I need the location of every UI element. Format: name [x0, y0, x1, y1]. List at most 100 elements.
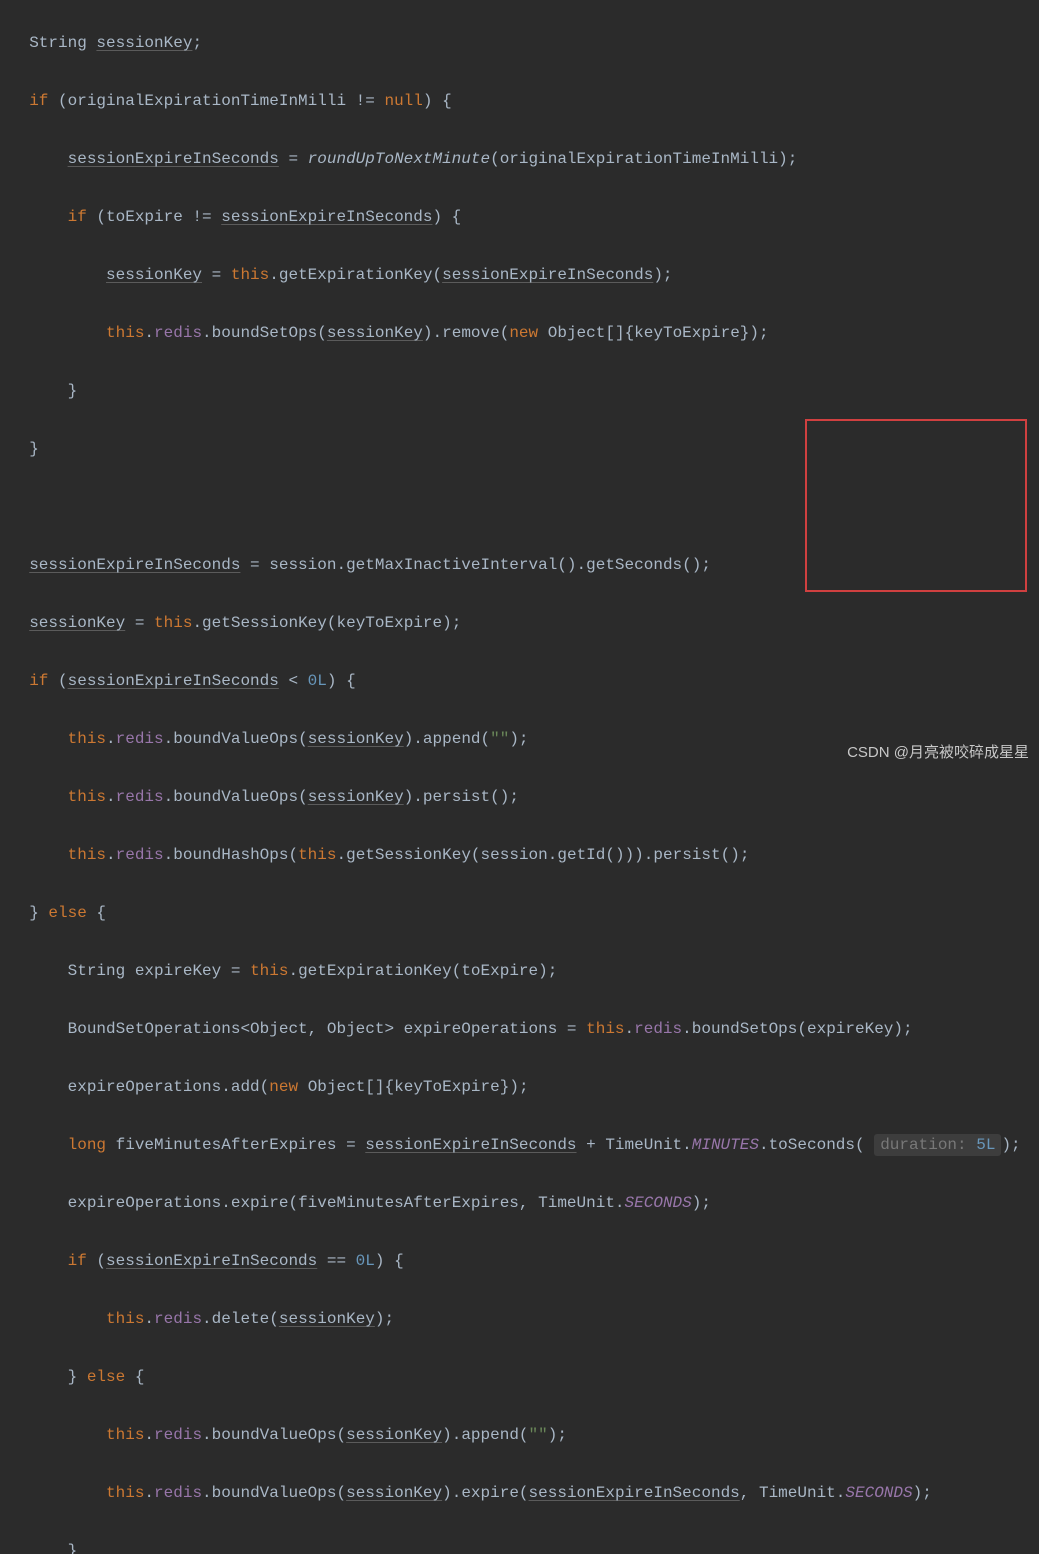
keyword-else2: else — [87, 1368, 125, 1386]
code-line: BoundSetOperations<Object, Object> expir… — [10, 1015, 1029, 1044]
type-string: String — [29, 34, 87, 52]
var-sk3: sessionKey — [327, 324, 423, 342]
keyword-if2: if — [68, 208, 87, 226]
code-line: } else { — [10, 1363, 1029, 1392]
type-tu: TimeUnit — [605, 1136, 682, 1154]
code-line: if (originalExpirationTimeInMilli != nul… — [10, 87, 1029, 116]
method-bvo: boundValueOps — [173, 730, 298, 748]
method-getId: getId — [557, 846, 605, 864]
keyword-long: long — [68, 1136, 106, 1154]
num-0L: 0L — [308, 672, 327, 690]
keyword-this9: this — [586, 1020, 624, 1038]
method-remove: remove — [442, 324, 500, 342]
keyword-this10: this — [106, 1310, 144, 1328]
code-editor[interactable]: String sessionKey; if (originalExpiratio… — [0, 0, 1039, 1554]
method-gmii: getMaxInactiveInterval — [346, 556, 557, 574]
type-bso: BoundSetOperations — [68, 1020, 241, 1038]
type-obj4: Object — [308, 1078, 366, 1096]
var-toExpire: toExpire — [106, 208, 183, 226]
var-sk8: sessionKey — [346, 1426, 442, 1444]
var-seis4: sessionExpireInSeconds — [29, 556, 240, 574]
var-sk2: sessionKey — [106, 266, 202, 284]
method-bso2: boundSetOps — [692, 1020, 798, 1038]
code-line: this.redis.delete(sessionKey); — [10, 1305, 1029, 1334]
hint-value: 5L — [976, 1136, 995, 1154]
var-orig: originalExpirationTimeInMilli — [68, 92, 346, 110]
method-tosec: toSeconds — [769, 1136, 855, 1154]
const-sec2: SECONDS — [845, 1484, 912, 1502]
var-seis5: sessionExpireInSeconds — [68, 672, 279, 690]
code-line: sessionKey = this.getExpirationKey(sessi… — [10, 261, 1029, 290]
method-append: append — [423, 730, 481, 748]
var-fmae2: fiveMinutesAfterExpires — [298, 1194, 519, 1212]
var-kte: keyToExpire — [634, 324, 740, 342]
keyword-this3: this — [154, 614, 192, 632]
var-te2: toExpire — [461, 962, 538, 980]
var-kte2: keyToExpire — [336, 614, 442, 632]
keyword-if3: if — [29, 672, 48, 690]
keyword-null: null — [384, 92, 422, 110]
var-sessionKey: sessionKey — [96, 34, 192, 52]
field-redis2: redis — [116, 730, 164, 748]
var-seis: sessionExpireInSeconds — [68, 150, 279, 168]
var-seis8: sessionExpireInSeconds — [529, 1484, 740, 1502]
code-line: expireOperations.expire(fiveMinutesAfter… — [10, 1189, 1029, 1218]
var-fmae: fiveMinutesAfterExpires — [116, 1136, 337, 1154]
var-sk5: sessionKey — [308, 730, 404, 748]
var-ek: expireKey — [135, 962, 221, 980]
method-bso: boundSetOps — [212, 324, 318, 342]
code-line: this.redis.boundValueOps(sessionKey).app… — [10, 1421, 1029, 1450]
code-line: String expireKey = this.getExpirationKey… — [10, 957, 1029, 986]
field-redis6: redis — [154, 1310, 202, 1328]
method-gs: getSeconds — [586, 556, 682, 574]
hint-label: duration: — [880, 1136, 966, 1154]
method-delete: delete — [212, 1310, 270, 1328]
method-expire2: expire — [461, 1484, 519, 1502]
var-seis6: sessionExpireInSeconds — [365, 1136, 576, 1154]
keyword-else: else — [48, 904, 86, 922]
code-line: String sessionKey; — [10, 29, 1029, 58]
var-sk6: sessionKey — [308, 788, 404, 806]
code-line: this.redis.boundValueOps(sessionKey).per… — [10, 783, 1029, 812]
method-bho: boundHashOps — [173, 846, 288, 864]
keyword-this12: this — [106, 1484, 144, 1502]
code-line: } — [10, 1537, 1029, 1554]
var-sk9: sessionKey — [346, 1484, 442, 1502]
parameter-hint: duration: 5L — [874, 1134, 1001, 1156]
keyword-this: this — [231, 266, 269, 284]
code-line: sessionKey = this.getSessionKey(keyToExp… — [10, 609, 1029, 638]
code-line: this.redis.boundHashOps(this.getSessionK… — [10, 841, 1029, 870]
var-orig2: originalExpirationTimeInMilli — [500, 150, 778, 168]
str-empty: "" — [490, 730, 509, 748]
keyword-this2: this — [106, 324, 144, 342]
method-append2: append — [461, 1426, 519, 1444]
code-line: if (sessionExpireInSeconds == 0L) { — [10, 1247, 1029, 1276]
type-tu3: TimeUnit — [759, 1484, 836, 1502]
code-line: this.redis.boundValueOps(sessionKey).exp… — [10, 1479, 1029, 1508]
keyword-if4: if — [68, 1252, 87, 1270]
var-seis7: sessionExpireInSeconds — [106, 1252, 317, 1270]
keyword-this4: this — [68, 730, 106, 748]
watermark-text: CSDN @月亮被咬碎成星星 — [847, 738, 1029, 767]
keyword-this8: this — [250, 962, 288, 980]
method-gsk2: getSessionKey — [346, 846, 471, 864]
keyword-new2: new — [269, 1078, 298, 1096]
code-line: } else { — [10, 899, 1029, 928]
keyword-this5: this — [68, 788, 106, 806]
code-line: if (sessionExpireInSeconds < 0L) { — [10, 667, 1029, 696]
type-obj3: Object — [327, 1020, 385, 1038]
code-line: if (toExpire != sessionExpireInSeconds) … — [10, 203, 1029, 232]
method-bvo4: boundValueOps — [212, 1484, 337, 1502]
code-line: } — [10, 435, 1029, 464]
code-line: sessionExpireInSeconds = session.getMaxI… — [10, 551, 1029, 580]
num-0L2: 0L — [356, 1252, 375, 1270]
code-line: expireOperations.add(new Object[]{keyToE… — [10, 1073, 1029, 1102]
type-tu2: TimeUnit — [538, 1194, 615, 1212]
field-redis8: redis — [154, 1484, 202, 1502]
keyword-new: new — [509, 324, 538, 342]
field-redis3: redis — [116, 788, 164, 806]
var-eo2: expireOperations — [68, 1078, 222, 1096]
var-sk7: sessionKey — [279, 1310, 375, 1328]
field-redis5: redis — [634, 1020, 682, 1038]
field-redis: redis — [154, 324, 202, 342]
